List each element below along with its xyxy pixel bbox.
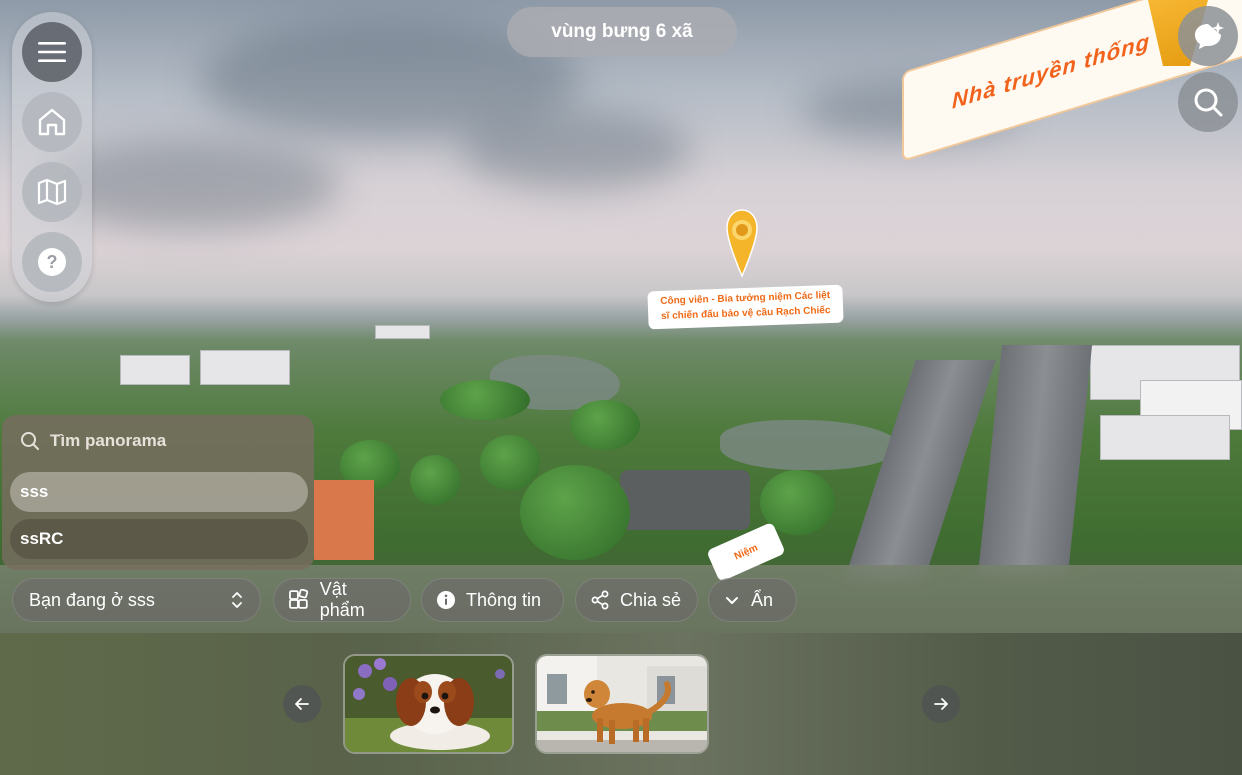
svg-text:?: ? xyxy=(47,252,58,272)
building xyxy=(375,325,430,339)
items-grid-icon xyxy=(289,589,309,609)
panorama-search-input[interactable] xyxy=(50,431,290,451)
thumbnail-prev-button[interactable] xyxy=(283,685,321,723)
search-icon xyxy=(21,432,39,450)
chat-sparkle-icon xyxy=(1195,22,1224,49)
menu-icon xyxy=(38,42,66,62)
chevron-down-icon xyxy=(726,597,738,604)
puppy-thumbnail-image xyxy=(345,656,512,752)
home-icon xyxy=(38,108,66,136)
search-icon xyxy=(1194,88,1223,117)
road xyxy=(844,360,996,580)
roof xyxy=(314,480,374,560)
items-button-label: Vật phẩm xyxy=(319,579,365,620)
location-pin-icon[interactable] xyxy=(725,208,759,278)
hide-button[interactable]: Ẩn xyxy=(708,578,797,622)
side-menu: ? xyxy=(12,12,92,302)
info-button[interactable]: Thông tin xyxy=(421,578,564,622)
hotspot-label-partial-text: Niệm xyxy=(732,542,760,563)
tree xyxy=(570,400,640,450)
thumbnail-next-button[interactable] xyxy=(922,685,960,723)
building xyxy=(200,350,290,385)
share-button[interactable]: Chia sẻ xyxy=(575,578,698,622)
menu-button[interactable] xyxy=(22,22,82,82)
search-result-label: ssRC xyxy=(20,529,64,548)
arrow-right-icon xyxy=(934,698,948,710)
share-button-label: Chia sẻ xyxy=(620,589,682,610)
location-select-label: Bạn đang ở sss xyxy=(29,589,155,610)
river xyxy=(720,420,900,470)
tree xyxy=(480,435,540,490)
map-icon xyxy=(37,178,67,206)
items-button[interactable]: Vật phẩm xyxy=(273,578,411,622)
tree xyxy=(520,465,630,560)
panorama-thumbnail[interactable] xyxy=(535,654,709,754)
cloud xyxy=(460,110,690,190)
panorama-search-row[interactable] xyxy=(8,421,308,461)
hide-button-label: Ẩn xyxy=(751,589,774,610)
info-icon xyxy=(437,591,455,609)
search-result-item[interactable]: ssRC xyxy=(10,519,308,559)
tree xyxy=(440,380,530,420)
panorama-search-panel: sss ssRC xyxy=(2,415,314,570)
share-icon xyxy=(591,590,609,610)
arrow-left-icon xyxy=(295,698,309,710)
plaza xyxy=(620,470,750,530)
search-button[interactable] xyxy=(1178,72,1238,132)
help-button[interactable]: ? xyxy=(22,232,82,292)
search-result-item[interactable]: sss xyxy=(10,472,308,512)
search-result-label: sss xyxy=(20,482,49,501)
hotspot-label[interactable]: Công viên - Bia tưởng niệm Các liệt sĩ c… xyxy=(647,284,844,330)
ai-chat-button[interactable] xyxy=(1178,6,1238,66)
tree xyxy=(410,455,460,505)
home-button[interactable] xyxy=(22,92,82,152)
dog-thumbnail-image xyxy=(537,656,707,752)
panorama-title: vùng bưng 6 xã xyxy=(507,7,737,57)
help-icon: ? xyxy=(38,248,66,276)
building xyxy=(120,355,190,385)
map-button[interactable] xyxy=(22,162,82,222)
location-select[interactable]: Bạn đang ở sss xyxy=(12,578,261,622)
road xyxy=(977,345,1093,575)
panorama-thumbnail[interactable] xyxy=(343,654,514,754)
chevron-up-down-icon xyxy=(232,592,242,608)
building xyxy=(1100,415,1230,460)
info-button-label: Thông tin xyxy=(466,589,542,610)
